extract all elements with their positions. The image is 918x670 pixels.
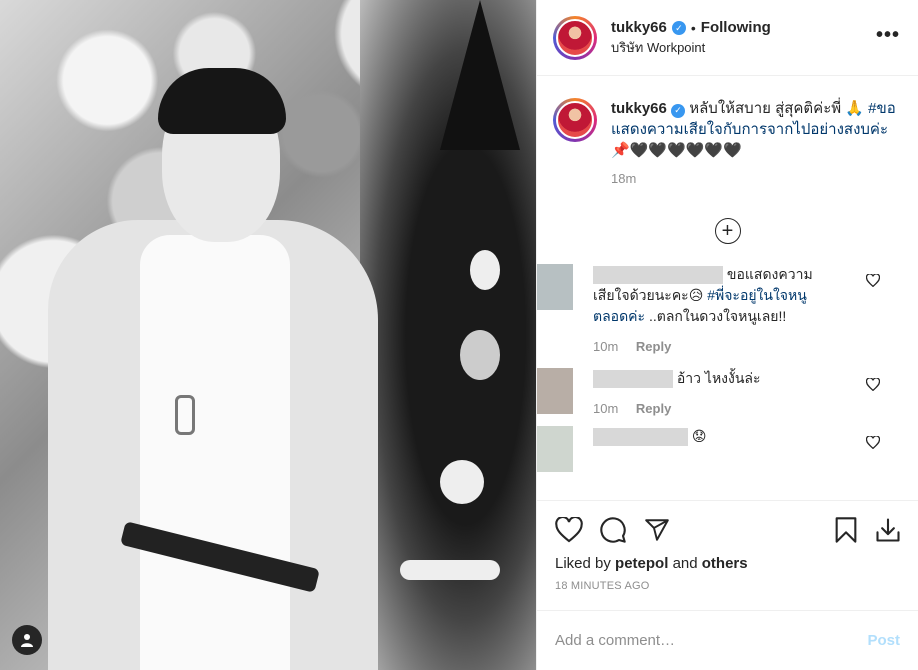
separator-dot: • <box>690 19 696 36</box>
comment-like-icon[interactable] <box>866 436 880 449</box>
user-tag-icon <box>21 634 33 647</box>
caption-emojis: 📌🖤🖤🖤🖤🖤🖤 <box>611 142 742 159</box>
download-icon[interactable] <box>874 516 902 544</box>
redacted-username[interactable] <box>593 428 688 447</box>
caption-time: 18m <box>611 171 637 186</box>
comment-input[interactable] <box>555 632 858 649</box>
comment-text-continued: ..ตลกในดวงใจหนูเลย!! <box>648 308 787 324</box>
commenter-avatar[interactable] <box>537 264 573 310</box>
add-comment-bar: Post <box>537 610 918 670</box>
comment-item: อ้าว ไหงงั้นล่ะ 10m Reply <box>537 368 902 416</box>
ornament <box>470 250 500 290</box>
ornament <box>440 460 484 504</box>
verified-badge-icon: ✓ <box>671 20 686 35</box>
paper-plane-icon[interactable] <box>643 517 671 543</box>
comment-text: อ้าว ไหงงั้นล่ะ <box>676 370 761 386</box>
reply-button[interactable]: Reply <box>636 339 671 354</box>
user-tag-button[interactable] <box>12 625 42 655</box>
comment-bubble-icon[interactable] <box>599 516 627 544</box>
reply-button[interactable]: Reply <box>636 401 671 416</box>
author-username[interactable]: tukky66 <box>611 19 667 37</box>
ornament <box>460 330 500 380</box>
verified-badge-icon: ✓ <box>671 103 686 118</box>
person-hair <box>158 68 286 134</box>
redacted-username[interactable] <box>593 266 723 285</box>
post-timestamp[interactable]: 18 MINUTES AGO <box>555 580 902 592</box>
comment-text: 😟 <box>691 428 707 444</box>
comment-item: ขอแสดงความเสียใจด้วยนะคะ😥 #พี่จะอยู่ในใจ… <box>537 264 902 354</box>
heart-icon[interactable] <box>555 517 583 543</box>
comment-like-icon[interactable] <box>866 378 880 391</box>
caption-avatar[interactable] <box>553 98 597 142</box>
commenter-avatar[interactable] <box>537 368 573 414</box>
comment-time: 10m <box>593 339 619 354</box>
post-detail-panel: tukky66 ✓ • Following บริษัท Workpoint •… <box>536 0 918 670</box>
load-more-comments-button[interactable]: + <box>714 218 741 244</box>
commenter-avatar[interactable] <box>537 426 573 472</box>
more-options-icon[interactable]: ••• <box>876 25 900 45</box>
liked-others-link[interactable]: others <box>702 555 748 572</box>
post-caption: tukky66 ✓ หลับให้สบาย สู่สุคติค่ะพี่ 🙏 #… <box>553 76 902 186</box>
person-pendant <box>175 395 195 435</box>
comments-section[interactable]: tukky66 ✓ หลับให้สบาย สู่สุคติค่ะพี่ 🙏 #… <box>537 76 918 500</box>
post-header: tukky66 ✓ • Following บริษัท Workpoint •… <box>537 0 918 76</box>
liked-and: and <box>672 555 698 572</box>
shrine-spire <box>440 0 520 150</box>
caption-username[interactable]: tukky66 <box>611 100 667 117</box>
liked-user-link[interactable]: petepol <box>615 555 668 572</box>
author-avatar[interactable] <box>553 15 597 60</box>
comment-like-icon[interactable] <box>866 274 880 287</box>
person-shirt <box>140 235 290 670</box>
post-location[interactable]: บริษัท Workpoint <box>611 39 771 57</box>
plus-circle-icon: + <box>721 220 734 242</box>
caption-text: หลับให้สบาย สู่สุคติค่ะพี่ 🙏 <box>689 100 864 117</box>
liked-prefix: Liked by <box>555 555 611 572</box>
post-actions: Liked by petepol and others 18 MINUTES A… <box>537 500 918 600</box>
post-comment-button[interactable]: Post <box>867 632 900 649</box>
comment-time: 10m <box>593 401 619 416</box>
comment-item: 😟 <box>537 426 902 472</box>
bookmark-icon[interactable] <box>834 516 858 544</box>
redacted-username[interactable] <box>593 370 673 389</box>
post-photo[interactable] <box>0 0 536 670</box>
ornament <box>400 560 500 580</box>
liked-by-text: Liked by petepol and others <box>555 555 902 572</box>
following-button[interactable]: Following <box>701 19 771 37</box>
